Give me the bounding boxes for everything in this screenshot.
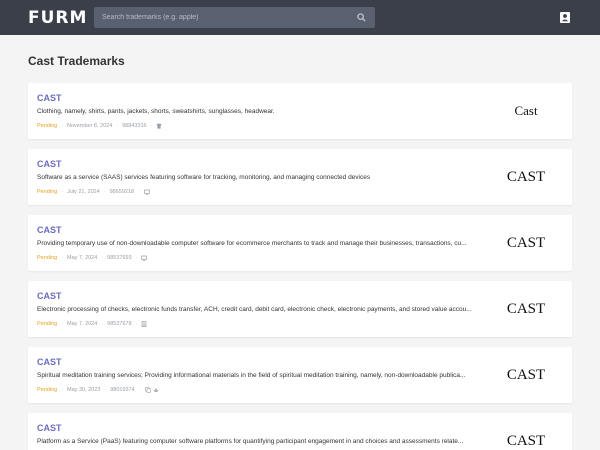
shirt-icon	[156, 123, 163, 129]
trademark-meta: Pending · November 8, 2024 · 98843316 ·	[37, 123, 163, 129]
trademark-card[interactable]: CAST Software as a service (SAAS) servic…	[28, 149, 572, 205]
trademark-meta: Pending · May 7, 2024 · 98537678 ·	[37, 321, 147, 327]
trademark-logo: CAST	[506, 432, 546, 449]
status-badge: Pending	[37, 255, 58, 261]
status-badge: Pending	[37, 189, 58, 195]
serial-number: 98537693	[107, 255, 132, 261]
trademark-logo: Cast	[514, 103, 538, 118]
filing-date: November 8, 2024	[67, 123, 113, 129]
filing-date: May 7, 2024	[67, 255, 98, 261]
furm-logo[interactable]: FURM	[28, 8, 87, 28]
separator: ·	[138, 387, 141, 393]
status-badge: Pending	[37, 321, 58, 327]
trademark-card[interactable]: CAST Electronic processing of checks, el…	[28, 281, 572, 337]
separator: ·	[101, 255, 104, 261]
trademark-logo: CAST	[506, 234, 546, 251]
status-badge: Pending	[37, 123, 58, 129]
filing-date: July 21, 2024	[67, 189, 100, 195]
separator: ·	[138, 189, 140, 195]
trademark-logo: CAST	[506, 366, 546, 383]
top-navigation-bar: FURM	[0, 0, 600, 35]
separator: ·	[135, 255, 138, 261]
trademark-logo: CAST	[506, 300, 546, 317]
trademark-meta: Pending · July 21, 2024 · 98659218 ·	[37, 189, 150, 195]
building-icon	[141, 321, 147, 327]
search-icon[interactable]	[357, 13, 366, 22]
trademark-meta: Pending · May 7, 2024 · 98537693 ·	[37, 255, 148, 261]
separator: ·	[61, 321, 64, 327]
separator: ·	[61, 123, 64, 129]
separator: ·	[104, 387, 107, 393]
trademark-card[interactable]: CAST Platform as a Service (PaaS) featur…	[28, 413, 572, 450]
trademark-meta: Pending · May 30, 2023 · 98019374 ·	[37, 387, 159, 393]
serial-number: 98537678	[107, 321, 132, 327]
trademark-name[interactable]: CAST	[37, 357, 62, 367]
trademark-card[interactable]: CAST Clothing, namely, shirts, pants, ja…	[28, 83, 572, 139]
serial-number: 98843316	[122, 123, 147, 129]
monitor-icon	[144, 189, 150, 195]
spa-icon	[153, 387, 159, 393]
serial-number: 98019374	[110, 387, 135, 393]
trademark-logo: CAST	[506, 168, 546, 185]
trademark-name[interactable]: CAST	[37, 93, 62, 103]
trademark-description: Software as a service (SAAS) services fe…	[37, 174, 371, 181]
page-title: Cast Trademarks	[28, 54, 125, 68]
trademark-name[interactable]: CAST	[37, 159, 62, 169]
separator: ·	[116, 123, 119, 129]
filing-date: May 7, 2024	[67, 321, 98, 327]
search-box	[94, 7, 375, 28]
trademark-card[interactable]: CAST Spiritual meditation training servi…	[28, 347, 572, 403]
separator: ·	[101, 321, 104, 327]
monitor-icon	[141, 255, 148, 261]
trademark-description: Platform as a Service (PaaS) featuring c…	[37, 438, 464, 445]
serial-number: 98659218	[109, 189, 135, 195]
separator: ·	[135, 321, 138, 327]
status-badge: Pending	[37, 387, 58, 393]
trademark-card[interactable]: CAST Providing temporary use of non-down…	[28, 215, 572, 271]
separator: ·	[61, 387, 64, 393]
trademark-description: Electronic processing of checks, electro…	[37, 306, 472, 313]
trademark-description: Spiritual meditation training services; …	[37, 372, 466, 379]
trademark-name[interactable]: CAST	[37, 291, 62, 301]
search-input[interactable]	[94, 7, 349, 28]
trademark-description: Clothing, namely, shirts, pants, jackets…	[37, 108, 275, 115]
separator: ·	[61, 189, 64, 195]
separator: ·	[61, 255, 64, 261]
account-icon[interactable]	[560, 12, 570, 23]
separator: ·	[103, 189, 106, 195]
copy-icon	[144, 387, 151, 393]
trademark-description: Providing temporary use of non-downloada…	[37, 240, 467, 247]
trademark-name[interactable]: CAST	[37, 225, 62, 235]
filing-date: May 30, 2023	[67, 387, 101, 393]
separator: ·	[150, 123, 153, 129]
trademark-name[interactable]: CAST	[37, 423, 62, 433]
